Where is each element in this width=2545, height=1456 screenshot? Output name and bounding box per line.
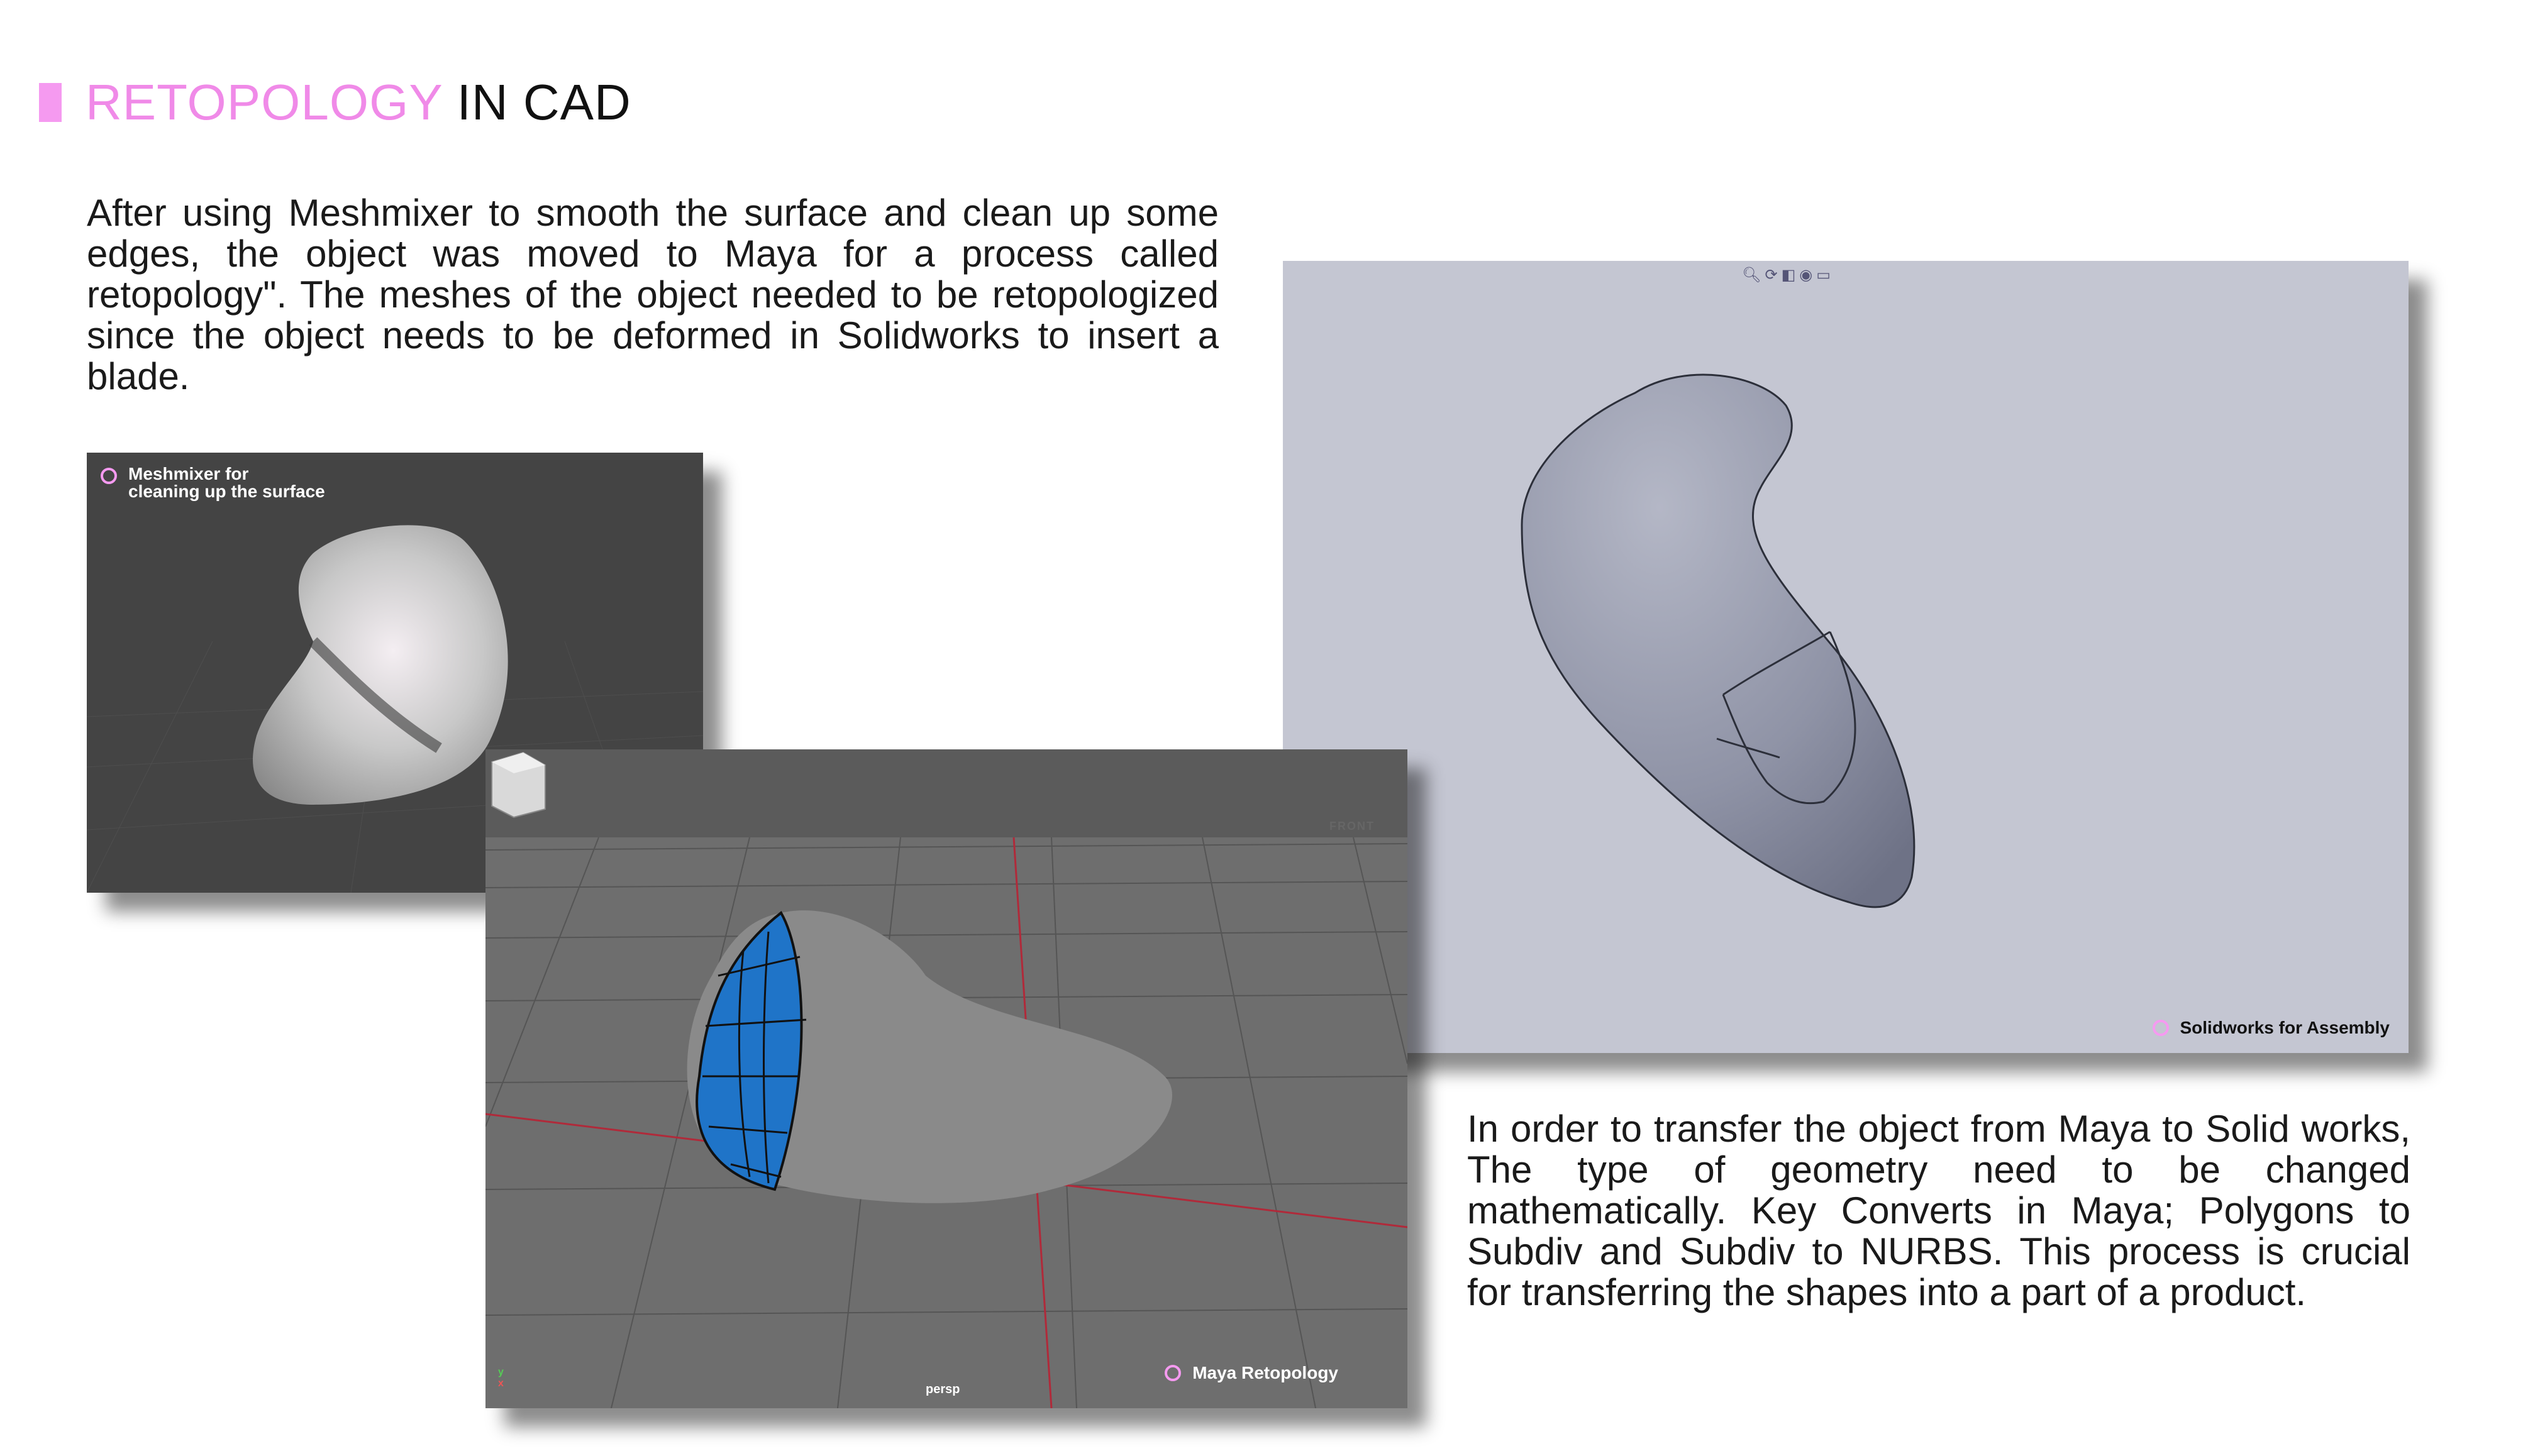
page-title: RETOPOLOGY IN CAD xyxy=(39,68,631,137)
caption-ring-icon xyxy=(101,468,117,484)
maya-panel: FRONT y x persp Maya Retopology xyxy=(485,749,1407,1408)
solidworks-model xyxy=(1521,373,1916,908)
meshmixer-caption: Meshmixer for cleaning up the surface xyxy=(101,465,325,500)
title-accent-word: RETOPOLOGY xyxy=(86,74,443,130)
maya-caption: Maya Retopology xyxy=(1165,1363,1338,1383)
maya-viewport xyxy=(485,749,1407,1408)
caption-ring-icon xyxy=(2152,1020,2169,1036)
viewport-label: persp xyxy=(926,1382,960,1396)
view-cube-icon[interactable] xyxy=(485,749,548,819)
intro-paragraph: After using Meshmixer to smooth the surf… xyxy=(87,192,1219,397)
title-accent-bar xyxy=(39,83,62,122)
title-rest: IN CAD xyxy=(457,74,631,130)
view-cube-label: FRONT xyxy=(1329,820,1375,832)
solidworks-panel: 🔍︎ ⟳ ◧ ◉ ▭ Solidworks for Assembly xyxy=(1283,261,2409,1053)
solidworks-caption: Solidworks for Assembly xyxy=(2152,1018,2390,1038)
outro-paragraph: In order to transfer the object from May… xyxy=(1467,1108,2410,1313)
caption-ring-icon xyxy=(1165,1365,1182,1381)
axis-gizmo: y x xyxy=(498,1367,504,1389)
